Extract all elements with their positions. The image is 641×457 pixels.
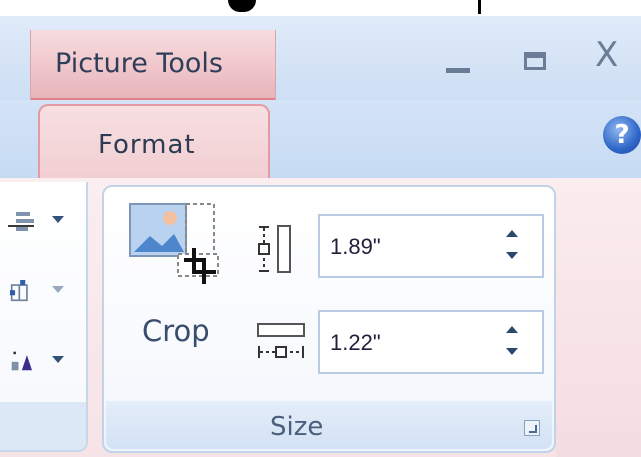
help-icon: ? — [614, 120, 630, 150]
size-group-label: Size — [270, 412, 324, 442]
shape-height-icon — [256, 224, 292, 276]
size-group-footer — [106, 401, 552, 449]
minimize-icon — [446, 68, 470, 73]
chevron-down-icon — [52, 286, 64, 293]
chevron-down-icon — [52, 216, 64, 223]
crop-icon — [129, 203, 219, 284]
rotate-icon — [11, 351, 32, 371]
close-icon: X — [595, 35, 619, 75]
spinner-down-icon[interactable] — [506, 348, 518, 355]
top-strip — [0, 0, 641, 16]
context-tab-label: Picture Tools — [55, 48, 223, 79]
shape-width-value[interactable]: 1.22" — [330, 330, 381, 356]
crop-button[interactable] — [128, 200, 228, 288]
spinner-up-icon[interactable] — [506, 230, 518, 237]
partial-title-tick — [478, 0, 481, 14]
close-button[interactable]: X — [595, 38, 635, 78]
shape-height-spinner[interactable]: 1.89" — [318, 214, 544, 278]
help-button[interactable]: ? — [603, 116, 641, 154]
partial-title-glyph — [228, 0, 256, 12]
rotate-dropdown-button[interactable] — [0, 344, 70, 378]
picture-tools-context-tab: Picture Tools — [30, 30, 276, 100]
tab-format[interactable]: Format — [38, 104, 270, 182]
minimize-button[interactable] — [440, 40, 480, 80]
group-dropdown-button[interactable] — [0, 274, 70, 308]
arrange-group-footer — [0, 402, 86, 450]
spinner-down-icon[interactable] — [506, 252, 518, 259]
shape-width-icon — [256, 322, 308, 362]
shape-height-value[interactable]: 1.89" — [330, 234, 381, 260]
group-icon — [10, 280, 28, 302]
maximize-button[interactable] — [520, 40, 560, 80]
chevron-down-icon — [52, 356, 64, 363]
size-dialog-launcher-icon[interactable] — [524, 420, 540, 436]
shape-width-spinner[interactable]: 1.22" — [318, 310, 544, 374]
arrange-group-partial — [0, 182, 88, 452]
crop-label: Crop — [142, 314, 210, 348]
align-dropdown-button[interactable] — [0, 204, 70, 238]
align-icon — [8, 212, 34, 231]
ribbon-empty-area — [556, 182, 641, 457]
maximize-icon — [524, 52, 546, 70]
tab-format-label: Format — [98, 130, 196, 160]
spinner-up-icon[interactable] — [506, 326, 518, 333]
